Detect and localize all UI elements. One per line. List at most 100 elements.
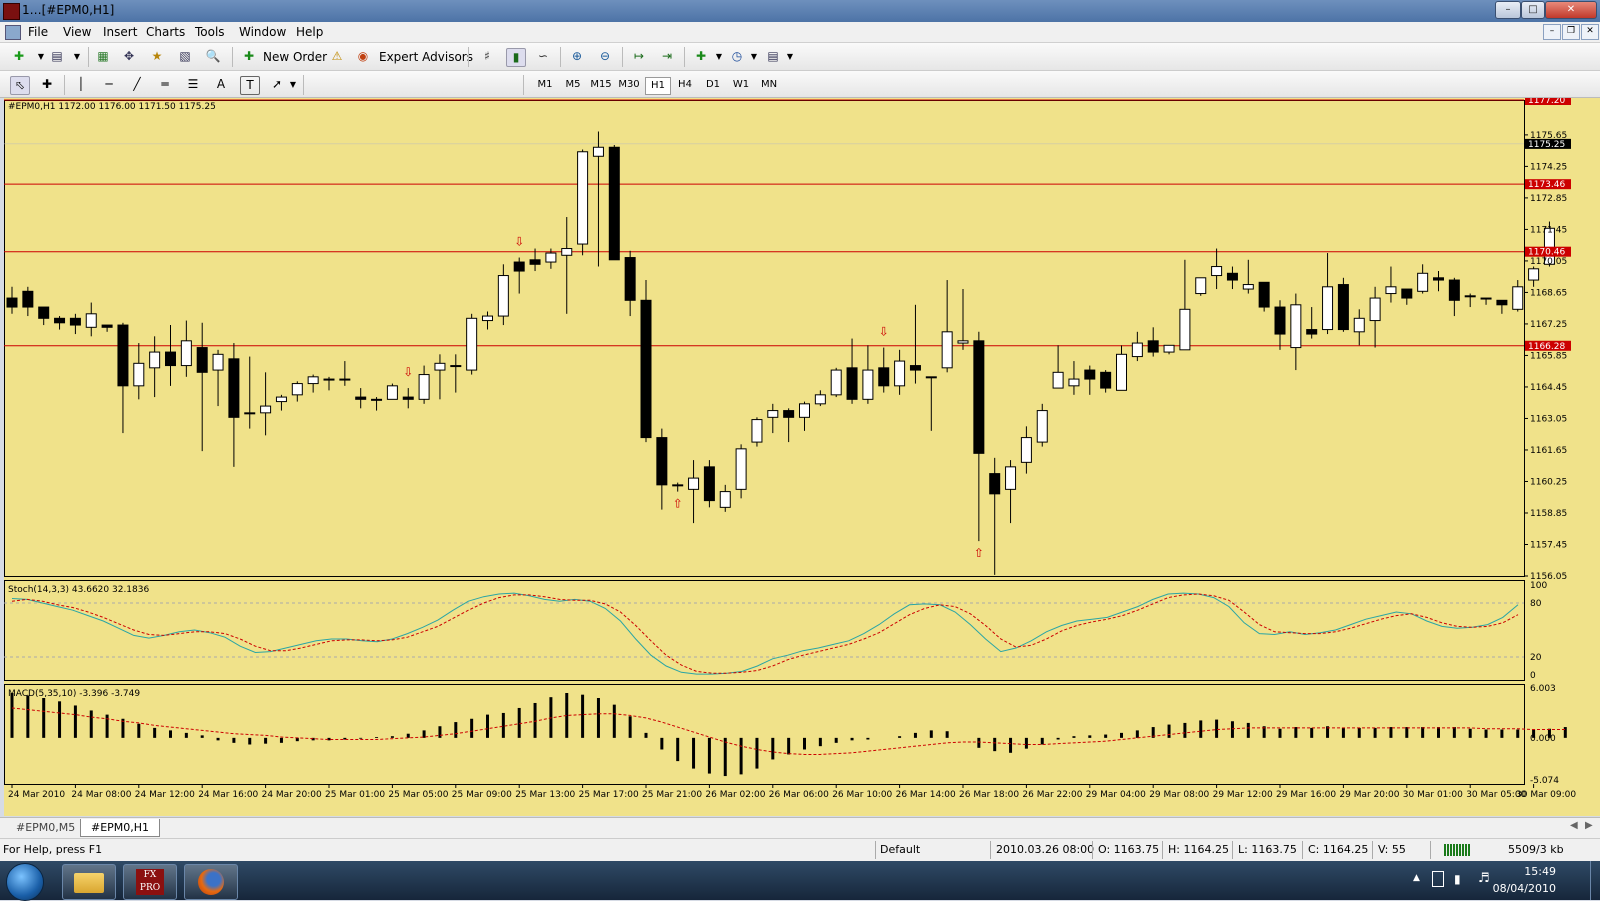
text-icon[interactable]: A <box>212 76 230 93</box>
channel-icon[interactable]: ═ <box>156 76 174 93</box>
tray-network-icon[interactable]: ▮ <box>1454 872 1461 886</box>
candle-bear <box>973 340 985 454</box>
crosshair-icon[interactable]: ✚ <box>38 76 56 93</box>
vertical-line-icon[interactable]: │ <box>72 76 90 93</box>
menu-window[interactable]: Window <box>239 25 286 39</box>
explorer-taskbar-icon[interactable] <box>62 864 116 900</box>
bar-chart-icon[interactable]: ♯ <box>478 48 496 65</box>
tf-m5[interactable]: M5 <box>561 77 585 93</box>
tf-h4[interactable]: H4 <box>673 77 697 93</box>
new-chart-icon[interactable]: ✚ <box>10 48 28 65</box>
tab-epm0-m5[interactable]: #EPM0,M5 <box>6 819 85 836</box>
time-axis-label: 26 Mar 18:00 <box>959 790 1019 800</box>
tab-epm0-h1[interactable]: #EPM0,H1 <box>80 819 161 837</box>
candle-bear <box>228 358 240 418</box>
templates-icon[interactable]: ▤ <box>764 48 782 65</box>
expert-advisors-button[interactable]: Expert Advisors <box>379 50 473 64</box>
strategy-tester-icon[interactable]: 🔍 <box>204 48 222 65</box>
horizontal-line-icon[interactable]: ─ <box>100 76 118 93</box>
tray-expand-icon[interactable]: ▲ <box>1413 873 1420 883</box>
status-high: H: 1164.25 <box>1168 843 1229 856</box>
tray-volume-icon[interactable]: ♬ <box>1478 871 1490 886</box>
start-button-icon[interactable] <box>6 863 44 901</box>
chart-canvas[interactable]: ⇩⇩⇩⇧⇧ 1156.051157.451158.851160.251161.6… <box>4 95 1600 816</box>
tf-d1[interactable]: D1 <box>701 77 725 93</box>
candle-bull <box>799 403 810 418</box>
dropdown-arrow-icon[interactable]: ▼ <box>710 48 728 65</box>
market-watch-icon[interactable]: ▦ <box>94 48 112 65</box>
candle-bear <box>909 365 921 371</box>
tf-mn[interactable]: MN <box>757 77 781 93</box>
text-label-icon[interactable]: T <box>240 76 260 95</box>
menu-charts[interactable]: Charts <box>146 25 185 39</box>
mdi-close-icon[interactable]: ✕ <box>1581 24 1599 40</box>
candle-bull <box>1211 266 1223 277</box>
menu-insert[interactable]: Insert <box>103 25 137 39</box>
firefox-taskbar-icon[interactable] <box>184 864 238 900</box>
clock-date[interactable]: 08/04/2010 <box>1493 882 1556 895</box>
candle-bull <box>1385 286 1397 295</box>
menu-help[interactable]: Help <box>296 25 323 39</box>
menu-file[interactable]: File <box>28 25 48 39</box>
price-axis-label: 1158.85 <box>1530 509 1567 519</box>
tab-scroll-right-icon[interactable]: ▶ <box>1585 820 1593 831</box>
tf-m1[interactable]: M1 <box>533 77 557 93</box>
metaeditor-icon[interactable]: ⚠ <box>328 48 346 65</box>
clock-time[interactable]: 15:49 <box>1524 865 1556 878</box>
navigator-icon[interactable]: ★ <box>148 48 166 65</box>
tf-m30[interactable]: M30 <box>617 77 641 93</box>
show-desktop-button[interactable] <box>1590 861 1600 900</box>
tab-scroll-left-icon[interactable]: ◀ <box>1570 820 1578 831</box>
zoom-in-icon[interactable]: ⊕ <box>568 48 586 65</box>
new-order-button[interactable]: New Order <box>263 50 327 64</box>
tf-w1[interactable]: W1 <box>729 77 753 93</box>
fxpro-taskbar-icon[interactable]: FX PRO <box>123 864 177 900</box>
periods-icon[interactable]: ◷ <box>728 48 746 65</box>
indicators-icon[interactable]: ✚ <box>692 48 710 65</box>
price-axis-label: 1157.45 <box>1530 540 1567 550</box>
chart-shift-icon[interactable]: ⇥ <box>658 48 676 65</box>
status-traffic: 5509/3 kb <box>1508 843 1564 856</box>
candle-bull <box>1116 353 1127 391</box>
candle-bull <box>894 360 906 387</box>
line-chart-icon[interactable]: ∽ <box>534 48 552 65</box>
data-window-icon[interactable]: ✥ <box>120 48 138 65</box>
dropdown-arrow-icon[interactable]: ▼ <box>781 48 799 65</box>
chart-window[interactable]: ⇩ ⇩ ⇩ ⇧ ⇧ 1156.05 1157.45 1158.85 1160.25 1161.6… <box>4 95 1600 816</box>
candle-bear <box>608 146 620 261</box>
toolbar-separator <box>88 47 89 67</box>
dropdown-arrow-icon[interactable]: ▼ <box>68 48 86 65</box>
time-axis-label: 25 Mar 01:00 <box>325 790 385 800</box>
candle-bull <box>1005 466 1017 490</box>
menu-tools[interactable]: Tools <box>195 25 225 39</box>
tf-m15[interactable]: M15 <box>589 77 613 93</box>
new-order-icon[interactable]: ✚ <box>240 48 258 65</box>
candle-bear <box>117 324 129 387</box>
status-separator <box>1430 841 1431 859</box>
trendline-icon[interactable]: ╱ <box>128 76 146 93</box>
fibonacci-icon[interactable]: ☰ <box>184 76 202 93</box>
mdi-minimize-icon[interactable]: – <box>1543 24 1561 40</box>
candle-bear <box>624 257 636 301</box>
maximize-button[interactable]: □ <box>1521 1 1545 19</box>
toolbar-separator <box>622 47 623 67</box>
candlestick-chart-icon[interactable]: ▮ <box>506 48 526 67</box>
line-studies-toolbar: ⬁ ✚ │ ─ ╱ ═ ☰ A T ➚ ▼ M1 M5 M15 M30 H1 H… <box>0 71 1600 98</box>
minimize-button[interactable]: – <box>1495 1 1521 19</box>
profiles-icon[interactable]: ▤ <box>48 48 66 65</box>
tray-device-icon[interactable] <box>1432 871 1444 887</box>
stoch-axis-label: 80 <box>1530 599 1542 609</box>
dropdown-arrow-icon[interactable]: ▼ <box>284 76 302 93</box>
menu-view[interactable]: View <box>63 25 91 39</box>
cursor-icon[interactable]: ⬁ <box>10 76 30 95</box>
dropdown-arrow-icon[interactable]: ▼ <box>745 48 763 65</box>
standard-toolbar: ✚ ▼ ▤ ▼ ▦ ✥ ★ ▧ 🔍 ✚ New Order ⚠ ◉ Expert… <box>0 43 1600 71</box>
mdi-restore-icon[interactable]: ❐ <box>1562 24 1580 40</box>
terminal-icon[interactable]: ▧ <box>176 48 194 65</box>
candle-bull <box>466 317 478 371</box>
zoom-out-icon[interactable]: ⊖ <box>596 48 614 65</box>
tf-h1[interactable]: H1 <box>645 77 671 95</box>
close-button[interactable]: ✕ <box>1545 1 1597 19</box>
expert-advisors-icon[interactable]: ◉ <box>354 48 372 65</box>
auto-scroll-icon[interactable]: ↦ <box>630 48 648 65</box>
